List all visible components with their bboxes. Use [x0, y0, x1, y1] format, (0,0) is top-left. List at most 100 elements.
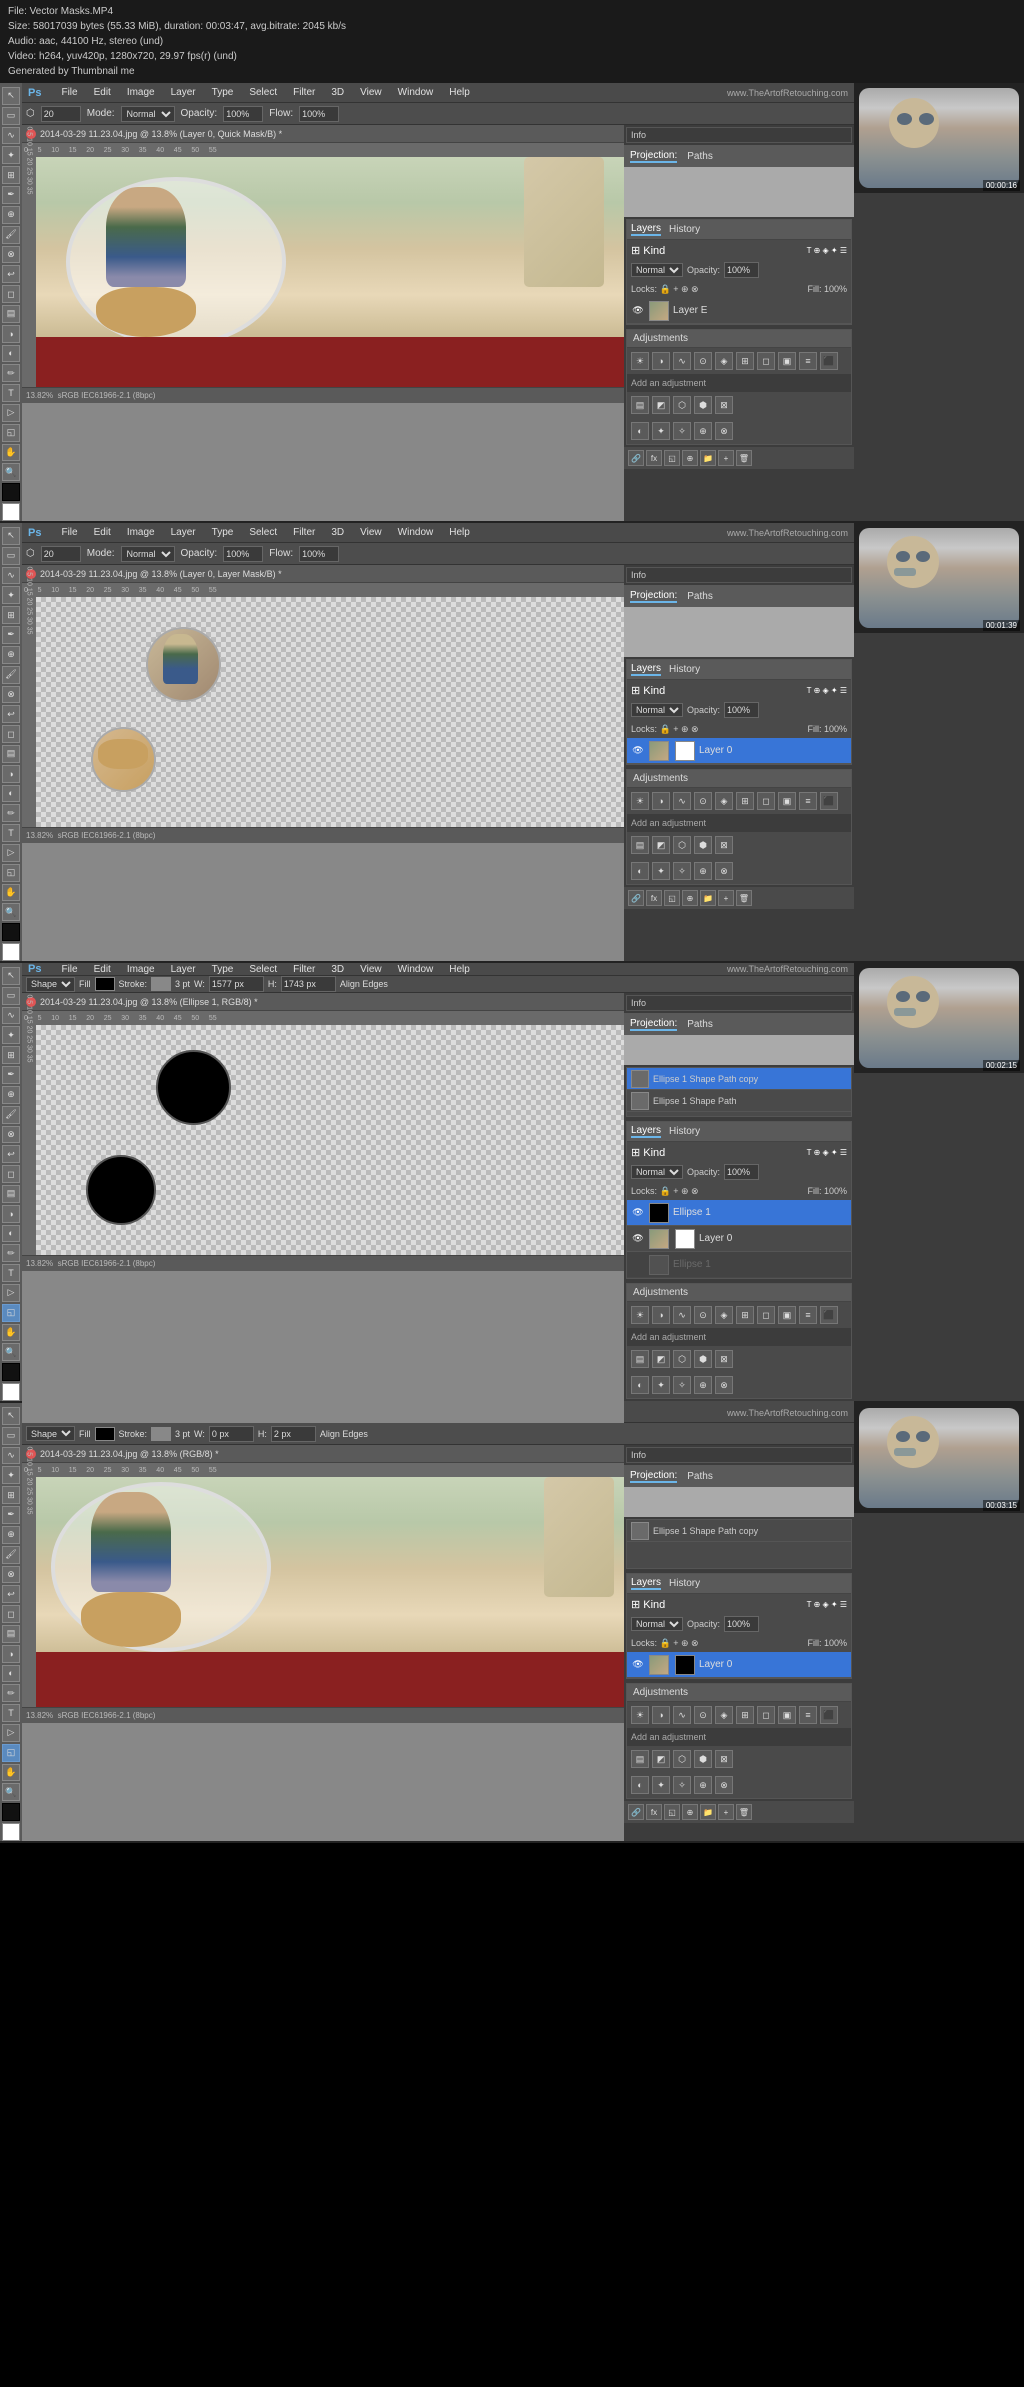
opacity-input-2[interactable]	[223, 546, 263, 562]
paths-tab-4[interactable]: Paths	[687, 1471, 713, 1482]
shape-tool-2[interactable]: ◱	[2, 864, 20, 882]
adj-ex-4[interactable]: ⊙	[694, 1706, 712, 1724]
eyedropper-tool-3[interactable]: ✒	[2, 1066, 20, 1084]
marquee-tool-4[interactable]: ▭	[2, 1427, 20, 1445]
adj-lv-2[interactable]: ⬡	[673, 836, 691, 854]
adj-extra5[interactable]: ⊗	[715, 422, 733, 440]
adj-co-3[interactable]: ◑	[652, 1306, 670, 1324]
adj-hu-4[interactable]: ◈	[715, 1706, 733, 1724]
brush-size-input[interactable]	[41, 106, 81, 122]
layer-row-ellipse-3[interactable]: 👁 Ellipse 1	[627, 1200, 851, 1226]
lasso-tool-4[interactable]: ∿	[2, 1447, 20, 1465]
history-tab-3[interactable]: History	[669, 1126, 700, 1137]
adj-e1-2[interactable]: ◐	[631, 862, 649, 880]
layer-row-ellipse2-3[interactable]: Ellipse 1	[627, 1252, 851, 1278]
brush-tool[interactable]: 🖌	[2, 226, 20, 244]
pen-tool[interactable]: ✏	[2, 364, 20, 382]
menu-type[interactable]: Type	[210, 87, 236, 98]
stamp-tool-3[interactable]: ⊗	[2, 1126, 20, 1144]
menu-layer-2[interactable]: Layer	[169, 527, 198, 538]
adjustment-4[interactable]: ⊕	[682, 1804, 698, 1820]
adj-poster[interactable]: ⊠	[715, 396, 733, 414]
eye-icon-0-3[interactable]: 👁	[631, 1232, 645, 1246]
adj-exposure[interactable]: ⊙	[694, 352, 712, 370]
zoom-tool-2[interactable]: 🔍	[2, 903, 20, 921]
wand-tool-3[interactable]: ✦	[2, 1026, 20, 1044]
delete-layer-2[interactable]: 🗑	[736, 890, 752, 906]
blend-select-4[interactable]: Normal	[631, 1617, 683, 1631]
stamp-tool[interactable]: ⊗	[2, 246, 20, 264]
text-tool-3[interactable]: T	[2, 1264, 20, 1282]
adj-extra2[interactable]: ✦	[652, 422, 670, 440]
paths-tab-1[interactable]: Paths	[687, 151, 713, 162]
dodge-tool-3[interactable]: ◐	[2, 1225, 20, 1243]
adj-pa-2[interactable]: ◩	[652, 836, 670, 854]
h-input-4[interactable]	[271, 1426, 316, 1442]
adj-bw-4[interactable]: ◻	[757, 1706, 775, 1724]
path-tool-3[interactable]: ▷	[2, 1284, 20, 1302]
stroke-swatch-4[interactable]	[151, 1427, 171, 1441]
eye-icon-0-4[interactable]: 👁	[631, 1658, 645, 1672]
adj-ex-2[interactable]: ⊙	[694, 792, 712, 810]
marquee-tool[interactable]: ▭	[2, 107, 20, 125]
adj-solid[interactable]: ⬛	[820, 352, 838, 370]
menu-window[interactable]: Window	[396, 87, 436, 98]
eye-icon-0-2[interactable]: 👁	[631, 744, 645, 758]
bg-color-4[interactable]	[2, 1823, 20, 1841]
crop-tool-2[interactable]: ⊞	[2, 606, 20, 624]
canvas-content-1[interactable]	[36, 157, 624, 387]
blur-tool-4[interactable]: ◑	[2, 1645, 20, 1663]
menu-window-2[interactable]: Window	[396, 527, 436, 538]
adj-e2-4[interactable]: ✦	[652, 1776, 670, 1794]
adj-e4-3[interactable]: ⊕	[694, 1376, 712, 1394]
menu-select[interactable]: Select	[247, 87, 279, 98]
adj-so-2[interactable]: ⬛	[820, 792, 838, 810]
adj-lv-4[interactable]: ⬡	[673, 1750, 691, 1768]
adj-e5-2[interactable]: ⊗	[715, 862, 733, 880]
paths-tab-2[interactable]: Paths	[687, 591, 713, 602]
layer-style-2[interactable]: fx	[646, 890, 662, 906]
brush-tool-2[interactable]: 🖌	[2, 666, 20, 684]
crop-tool[interactable]: ⊞	[2, 166, 20, 184]
folder-2[interactable]: 📁	[700, 890, 716, 906]
paths-tab-3[interactable]: Paths	[687, 1019, 713, 1030]
move-tool-4[interactable]: ↖	[2, 1407, 20, 1425]
folder[interactable]: 📁	[700, 450, 716, 466]
eyedropper-tool-2[interactable]: ✒	[2, 626, 20, 644]
eye-icon-e-3[interactable]: 👁	[631, 1206, 645, 1220]
layers-tab-3[interactable]: Layers	[631, 1125, 661, 1138]
zoom-tool-3[interactable]: 🔍	[2, 1343, 20, 1361]
path-row-copy-3[interactable]: Ellipse 1 Shape Path copy	[627, 1068, 851, 1090]
zoom-tool[interactable]: 🔍	[2, 463, 20, 481]
menu-layer-3[interactable]: Layer	[169, 964, 198, 975]
layer-mask-4[interactable]: ◱	[664, 1804, 680, 1820]
adj-e4-4[interactable]: ⊕	[694, 1776, 712, 1794]
adj-e3-2[interactable]: ✧	[673, 862, 691, 880]
w-input-4[interactable]	[209, 1426, 254, 1442]
adj-br-2[interactable]: ☀	[631, 792, 649, 810]
menu-file[interactable]: File	[59, 87, 79, 98]
menu-view-3[interactable]: View	[358, 964, 384, 975]
layer-mask[interactable]: ◱	[664, 450, 680, 466]
adj-cb-2[interactable]: ⊞	[736, 792, 754, 810]
adj-po-3[interactable]: ⊠	[715, 1350, 733, 1368]
adj-gr-2[interactable]: ▤	[631, 836, 649, 854]
shape-tool[interactable]: ◱	[2, 424, 20, 442]
menu-file-3[interactable]: File	[59, 964, 79, 975]
fg-color-2[interactable]	[2, 923, 20, 941]
adj-hu-3[interactable]: ◈	[715, 1306, 733, 1324]
adj-gr-3[interactable]: ▤	[631, 1350, 649, 1368]
blend-mode-select[interactable]: Normal	[121, 106, 175, 122]
adj-cu-3[interactable]: ∿	[673, 1306, 691, 1324]
eraser-tool-2[interactable]: ◻	[2, 725, 20, 743]
projection-tab-3[interactable]: Projection:	[630, 1018, 677, 1031]
lasso-tool[interactable]: ∿	[2, 127, 20, 145]
gradient-tool-3[interactable]: ▤	[2, 1185, 20, 1203]
adj-cm-3[interactable]: ≡	[799, 1306, 817, 1324]
wand-tool[interactable]: ✦	[2, 146, 20, 164]
adj-br-4[interactable]: ☀	[631, 1706, 649, 1724]
layer-opacity-1[interactable]	[724, 262, 759, 278]
adj-so-4[interactable]: ⬛	[820, 1706, 838, 1724]
adj-pa-3[interactable]: ◩	[652, 1350, 670, 1368]
adj-ph-2[interactable]: ▣	[778, 792, 796, 810]
